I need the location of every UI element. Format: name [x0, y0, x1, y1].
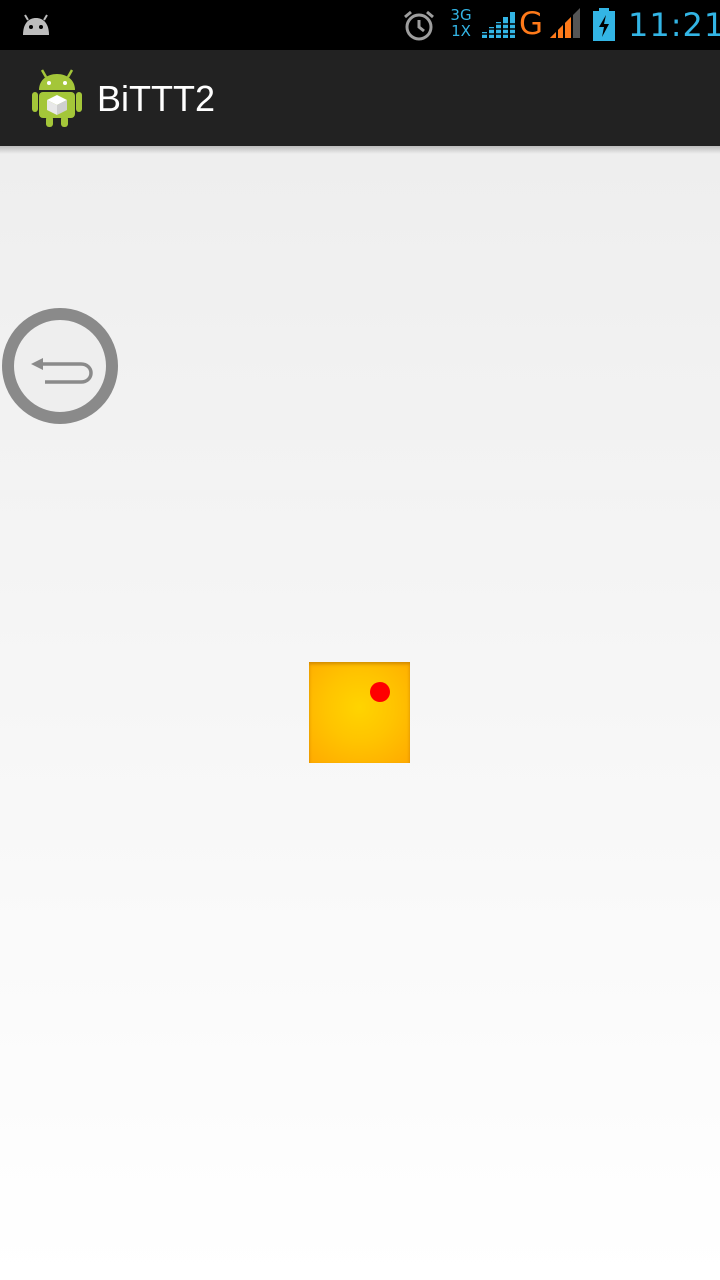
action-bar-shadow	[0, 146, 720, 154]
app-title: BiTTT2	[97, 78, 216, 119]
status-bar: 3G 1X G 11:21	[0, 0, 720, 50]
network-type-label: 3G 1X	[449, 7, 473, 39]
undo-arrow-icon	[2, 308, 118, 424]
battery-charging-icon	[593, 8, 615, 41]
back-button[interactable]	[1, 307, 119, 425]
cell-signal-icon	[550, 8, 580, 40]
data-indicator: G	[519, 6, 544, 42]
android-notification-icon	[23, 14, 49, 35]
android-robot-icon	[32, 69, 82, 127]
alarm-clock-icon	[404, 10, 434, 41]
signal-bars-icon	[480, 12, 516, 38]
game-square[interactable]	[309, 662, 410, 763]
red-dot	[370, 682, 390, 702]
status-time: 11:21	[628, 6, 720, 44]
network-type-top: 3G	[450, 6, 472, 24]
network-type-bottom: 1X	[451, 22, 471, 40]
